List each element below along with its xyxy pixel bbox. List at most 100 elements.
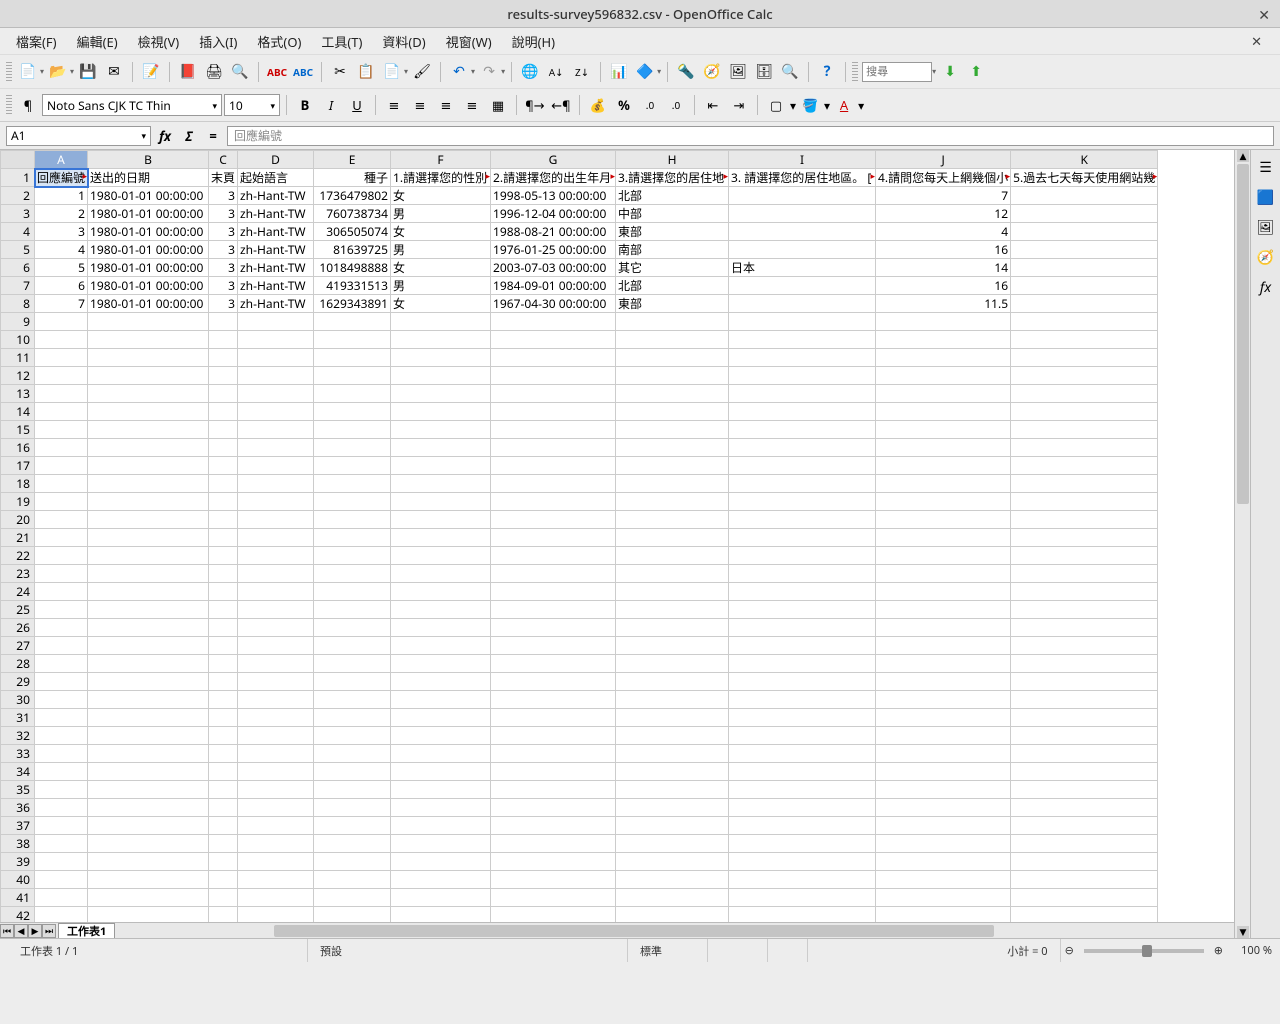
row-header-26[interactable]: 26 [1, 619, 35, 637]
cell-H25[interactable] [616, 601, 729, 619]
cell-E18[interactable] [314, 475, 391, 493]
cell-C30[interactable] [209, 691, 238, 709]
cell-F3[interactable]: 男 [391, 205, 491, 223]
cell-C25[interactable] [209, 601, 238, 619]
col-header-E[interactable]: E [314, 151, 391, 169]
cell-G16[interactable] [491, 439, 616, 457]
cell-I8[interactable] [729, 295, 876, 313]
cell-D14[interactable] [238, 403, 314, 421]
cell-G18[interactable] [491, 475, 616, 493]
cell-A21[interactable] [35, 529, 88, 547]
cell-A27[interactable] [35, 637, 88, 655]
cell-F19[interactable] [391, 493, 491, 511]
cell-A9[interactable] [35, 313, 88, 331]
row-header-34[interactable]: 34 [1, 763, 35, 781]
cell-B11[interactable] [88, 349, 209, 367]
font-name-combo[interactable]: Noto Sans CJK TC Thin▾ [42, 94, 222, 116]
cell-F26[interactable] [391, 619, 491, 637]
cell-C36[interactable] [209, 799, 238, 817]
cell-B23[interactable] [88, 565, 209, 583]
cell-K11[interactable] [1011, 349, 1158, 367]
cell-G20[interactable] [491, 511, 616, 529]
cell-E11[interactable] [314, 349, 391, 367]
cell-C17[interactable] [209, 457, 238, 475]
cell-D27[interactable] [238, 637, 314, 655]
cell-I2[interactable] [729, 187, 876, 205]
cell-D7[interactable]: zh-Hant-TW [238, 277, 314, 295]
cell-K3[interactable] [1011, 205, 1158, 223]
cell-B8[interactable]: 1980-01-01 00:00:00 [88, 295, 209, 313]
cell-H7[interactable]: 北部 [616, 277, 729, 295]
cell-H4[interactable]: 東部 [616, 223, 729, 241]
cell-E29[interactable] [314, 673, 391, 691]
cell-C18[interactable] [209, 475, 238, 493]
sidebar-navigator-icon[interactable]: 🧭 [1255, 246, 1277, 268]
font-size-combo[interactable]: 10▾ [224, 94, 280, 116]
cell-K18[interactable] [1011, 475, 1158, 493]
cell-H26[interactable] [616, 619, 729, 637]
cell-H36[interactable] [616, 799, 729, 817]
col-header-J[interactable]: J [876, 151, 1011, 169]
vertical-scrollbar[interactable]: ▲ ▼ [1234, 150, 1250, 938]
cell-G36[interactable] [491, 799, 616, 817]
cell-A4[interactable]: 3 [35, 223, 88, 241]
cell-K21[interactable] [1011, 529, 1158, 547]
row-header-32[interactable]: 32 [1, 727, 35, 745]
cell-J30[interactable] [876, 691, 1011, 709]
row-header-20[interactable]: 20 [1, 511, 35, 529]
cell-D13[interactable] [238, 385, 314, 403]
cell-K6[interactable] [1011, 259, 1158, 277]
cell-I32[interactable] [729, 727, 876, 745]
cell-B30[interactable] [88, 691, 209, 709]
cell-A30[interactable] [35, 691, 88, 709]
cell-H22[interactable] [616, 547, 729, 565]
cell-E8[interactable]: 1629343891 [314, 295, 391, 313]
toolbar-grip[interactable] [6, 62, 12, 82]
cell-F15[interactable] [391, 421, 491, 439]
cell-H16[interactable] [616, 439, 729, 457]
row-header-3[interactable]: 3 [1, 205, 35, 223]
cell-H10[interactable] [616, 331, 729, 349]
cell-D2[interactable]: zh-Hant-TW [238, 187, 314, 205]
cell-K42[interactable] [1011, 907, 1158, 923]
cell-H31[interactable] [616, 709, 729, 727]
cell-E4[interactable]: 306505074 [314, 223, 391, 241]
cell-I15[interactable] [729, 421, 876, 439]
cell-E26[interactable] [314, 619, 391, 637]
cell-A31[interactable] [35, 709, 88, 727]
row-header-21[interactable]: 21 [1, 529, 35, 547]
cell-H28[interactable] [616, 655, 729, 673]
align-justify-icon[interactable]: ≡ [460, 93, 484, 117]
tab-prev-icon[interactable]: ◀ [14, 924, 28, 938]
cell-D41[interactable] [238, 889, 314, 907]
cell-G30[interactable] [491, 691, 616, 709]
cell-I36[interactable] [729, 799, 876, 817]
cell-G3[interactable]: 1996-12-04 00:00:00 [491, 205, 616, 223]
row-header-11[interactable]: 11 [1, 349, 35, 367]
export-pdf-icon[interactable]: 📕 [176, 60, 200, 84]
col-header-K[interactable]: K [1011, 151, 1158, 169]
cell-J29[interactable] [876, 673, 1011, 691]
cell-I24[interactable] [729, 583, 876, 601]
cell-I18[interactable] [729, 475, 876, 493]
datasources-icon[interactable]: 🗄 [752, 60, 776, 84]
cell-E36[interactable] [314, 799, 391, 817]
row-header-35[interactable]: 35 [1, 781, 35, 799]
toolbar-grip-3[interactable] [6, 95, 12, 115]
find-prev-icon[interactable]: ⬆ [964, 60, 988, 84]
bgcolor-icon[interactable]: 🪣 [798, 93, 822, 117]
cell-E28[interactable] [314, 655, 391, 673]
cell-D1[interactable]: 起始語言 [238, 169, 314, 187]
cell-F39[interactable] [391, 853, 491, 871]
cell-D15[interactable] [238, 421, 314, 439]
cell-I30[interactable] [729, 691, 876, 709]
cell-H24[interactable] [616, 583, 729, 601]
cell-K36[interactable] [1011, 799, 1158, 817]
cell-A26[interactable] [35, 619, 88, 637]
cell-A2[interactable]: 1 [35, 187, 88, 205]
cell-K22[interactable] [1011, 547, 1158, 565]
cell-F1[interactable]: 1.請選擇您的性別 [391, 169, 491, 187]
help-icon[interactable]: ? [815, 60, 839, 84]
cell-D4[interactable]: zh-Hant-TW [238, 223, 314, 241]
cell-D40[interactable] [238, 871, 314, 889]
